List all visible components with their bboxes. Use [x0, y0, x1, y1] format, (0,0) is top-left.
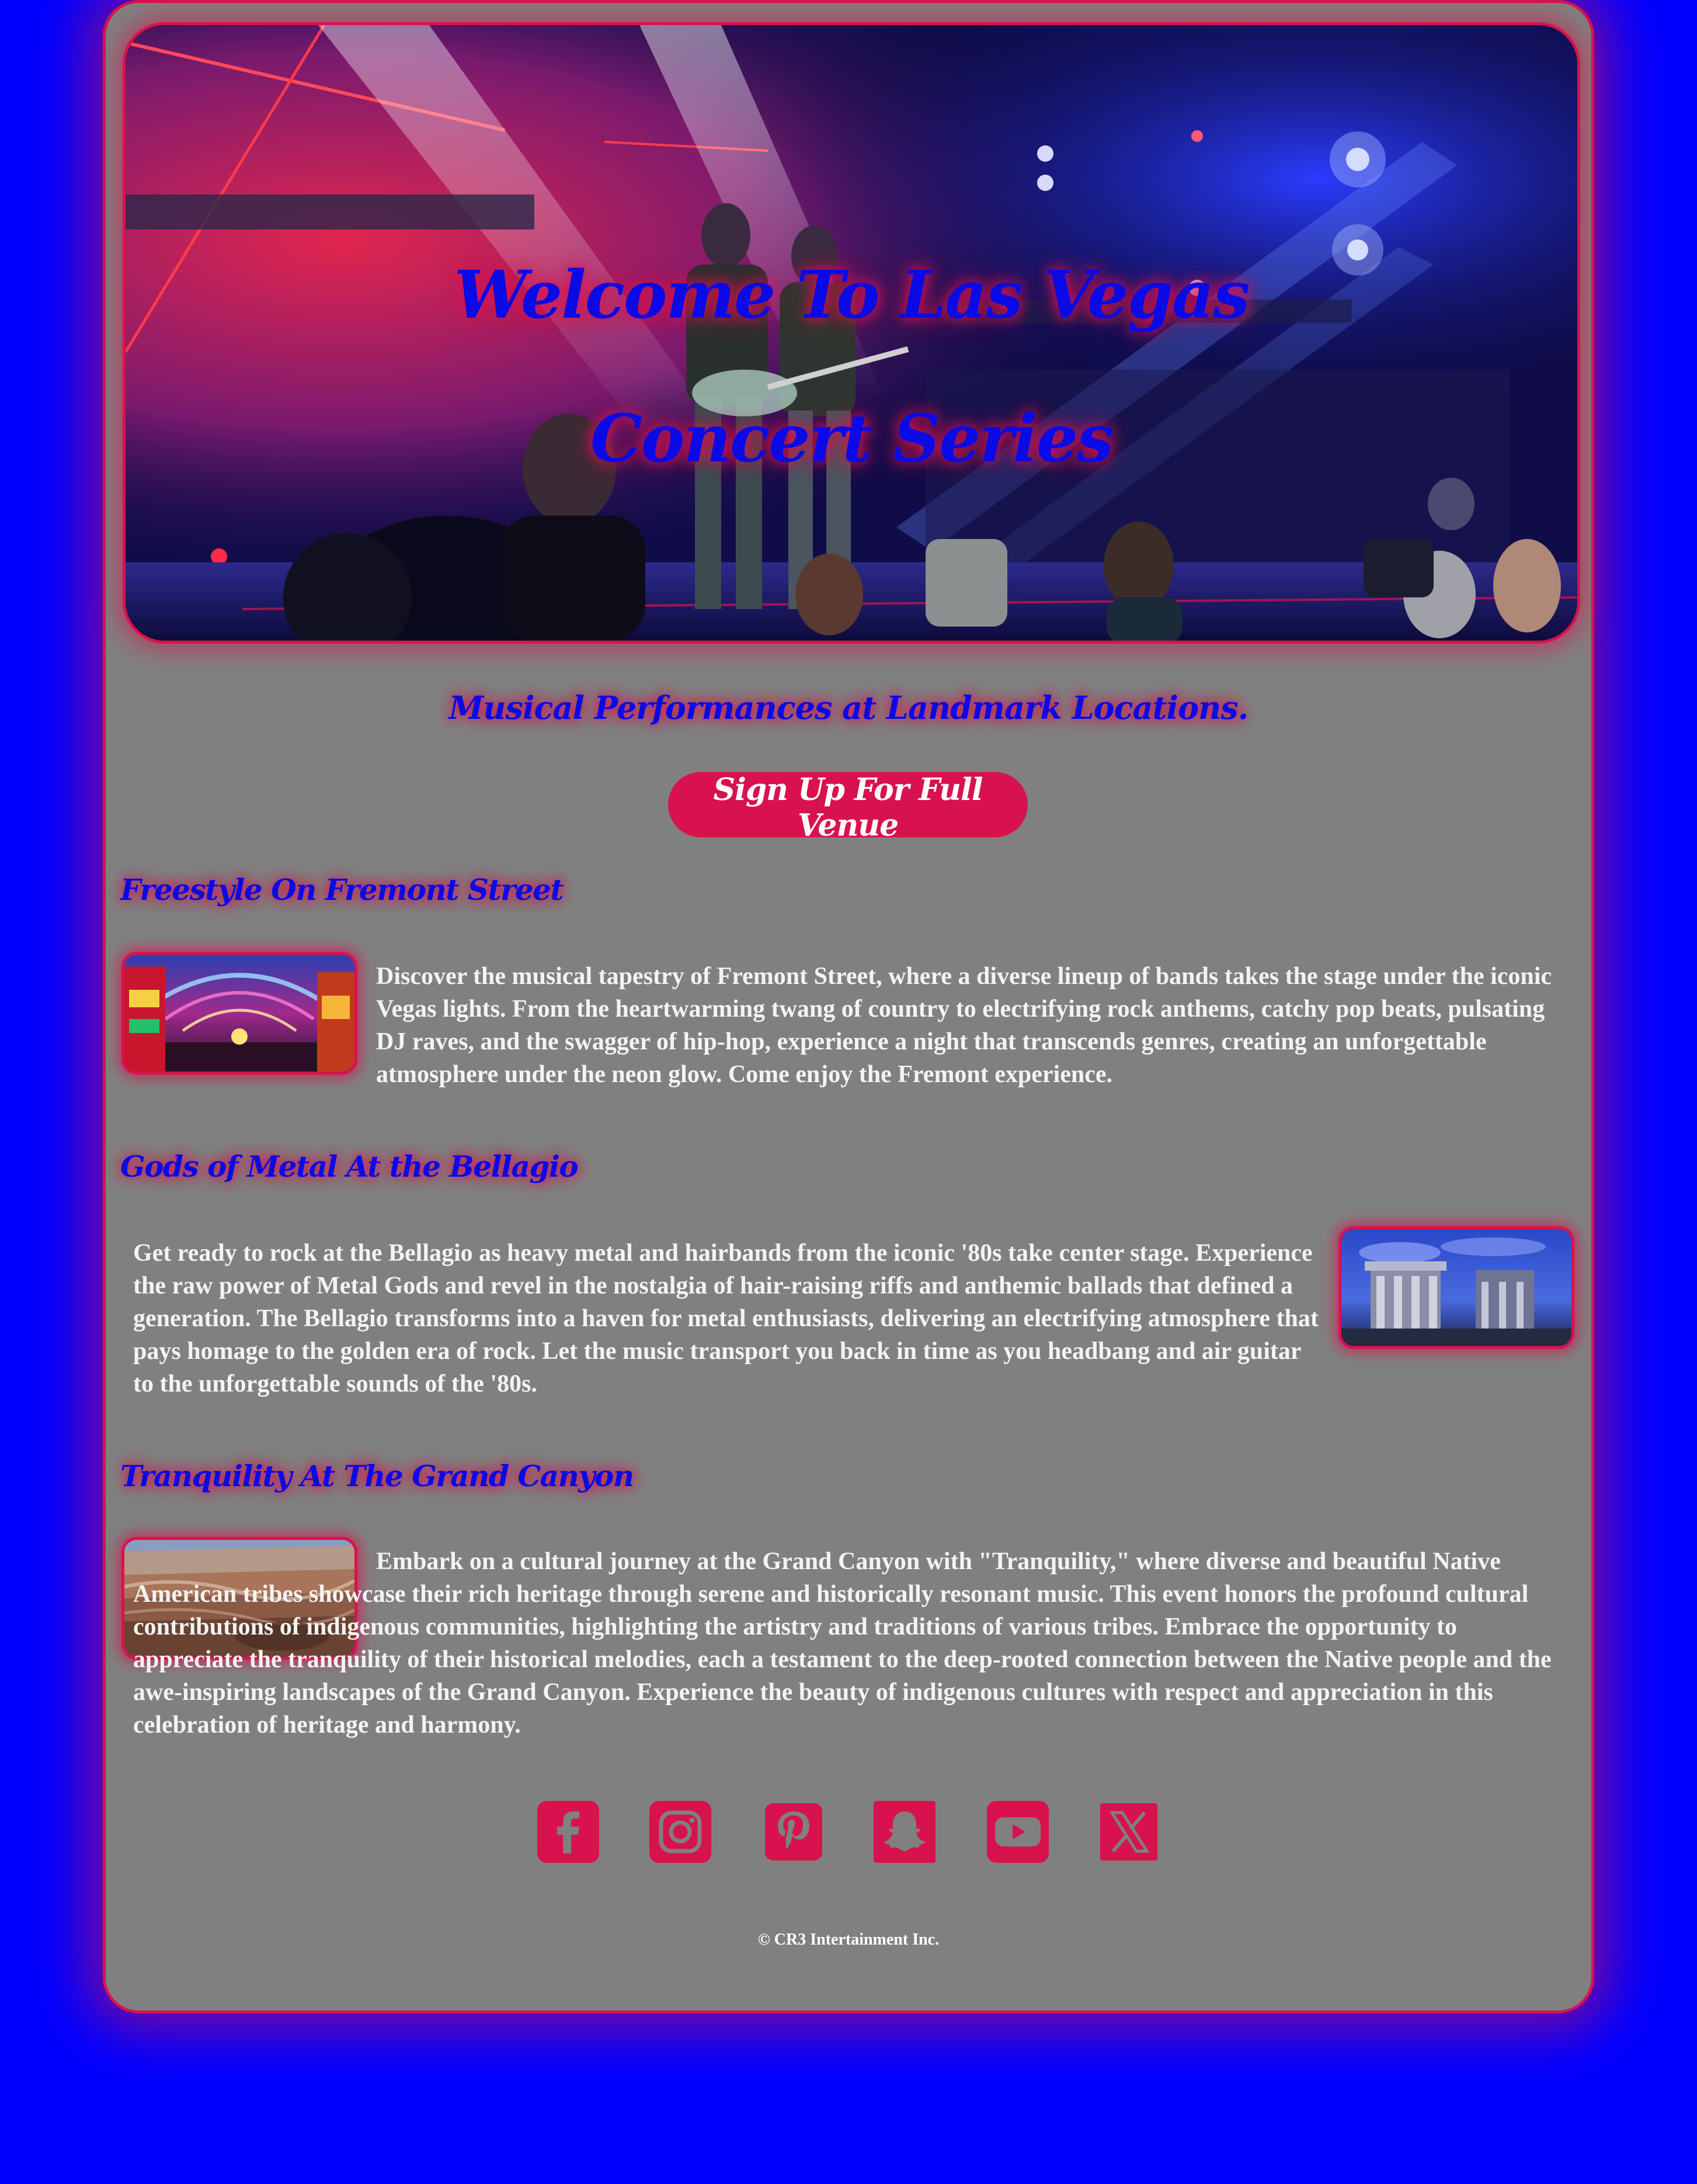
hero-title-line2: Concert Series: [590, 401, 1114, 477]
section-text-grand-canyon: Embark on a cultural journey at the Gran…: [133, 1548, 1552, 1738]
hero-title-line1: Welcome To Las Vegas: [454, 257, 1250, 333]
youtube-icon[interactable]: [987, 1801, 1049, 1863]
section-text-fremont: Discover the musical tapestry of Fremont…: [376, 963, 1552, 1088]
section-title-bellagio: Gods of Metal At the Bellagio: [120, 1149, 579, 1184]
instagram-icon[interactable]: [649, 1801, 711, 1863]
section-text-bellagio: Get ready to rock at the Bellagio as hea…: [133, 1240, 1319, 1397]
section-title-grand-canyon: Tranquility At The Grand Canyon: [120, 1459, 634, 1493]
social-links: [537, 1801, 1160, 1863]
tagline: Musical Performances at Landmark Locatio…: [448, 689, 1249, 726]
snapchat-icon[interactable]: [874, 1801, 936, 1863]
fremont-thumbnail: [121, 952, 357, 1074]
bellagio-photo: [1341, 1229, 1571, 1346]
x-icon[interactable]: [1098, 1801, 1160, 1863]
section-title-fremont: Freestyle On Fremont Street: [120, 872, 564, 907]
fremont-street-canopy-photo: [124, 955, 354, 1072]
hero-banner: Welcome To Las Vegas Concert Series: [123, 22, 1580, 644]
facebook-icon[interactable]: [537, 1801, 599, 1863]
copyright: © CR3 Intertainment Inc.: [757, 1931, 940, 1949]
signup-button[interactable]: Sign Up For Full Venue: [668, 772, 1028, 843]
bellagio-thumbnail: [1338, 1226, 1574, 1349]
hero-title: Welcome To Las Vegas Concert Series: [126, 224, 1577, 511]
pinterest-icon[interactable]: [763, 1801, 825, 1863]
